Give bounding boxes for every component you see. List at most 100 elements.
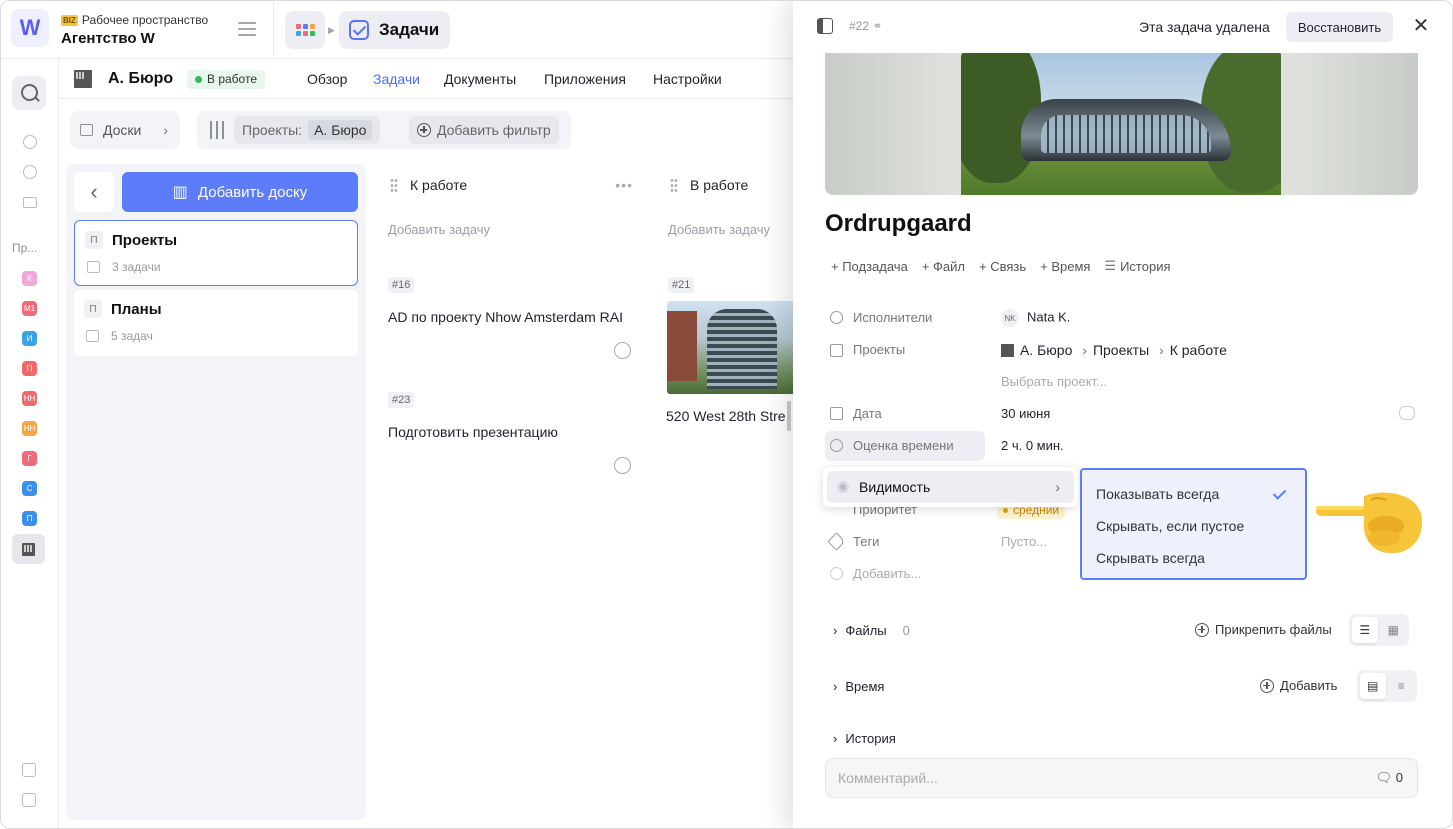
rail-project-active[interactable] bbox=[12, 534, 45, 564]
archive-icon[interactable] bbox=[22, 763, 36, 777]
apps-grid-button[interactable] bbox=[285, 11, 325, 49]
menu-icon[interactable] bbox=[238, 22, 256, 36]
board-card[interactable]: П Планы 5 задач bbox=[74, 290, 358, 356]
inbox-icon[interactable] bbox=[22, 793, 36, 807]
more-icon[interactable]: ••• bbox=[615, 177, 633, 193]
restore-button[interactable]: Восстановить bbox=[1286, 12, 1393, 42]
rail-project-chip[interactable]: П bbox=[22, 361, 37, 376]
task-card[interactable]: #21 520 West 28th Stre bbox=[656, 262, 796, 471]
task-card[interactable]: #16 AD по проекту Nhow Amsterdam RAI bbox=[376, 262, 643, 372]
scrollbar[interactable] bbox=[787, 401, 791, 431]
lane-title: К работе bbox=[410, 177, 468, 193]
boards-button[interactable]: Доски › bbox=[70, 111, 180, 149]
option-hide-always[interactable]: Скрывать всегда bbox=[1096, 550, 1205, 566]
rail-project-chip[interactable]: К bbox=[22, 271, 37, 286]
list-view-icon[interactable]: ≡ bbox=[1389, 673, 1415, 699]
add-subtask-button[interactable]: + Подзадача bbox=[831, 258, 908, 274]
task-card[interactable]: #23 Подготовить презентацию bbox=[376, 377, 643, 487]
lane-header[interactable]: К работе ••• bbox=[376, 164, 643, 206]
prop-assignees-label: Исполнители bbox=[853, 310, 933, 325]
rail-project-chip[interactable]: НН bbox=[22, 391, 37, 406]
history-button[interactable]: ☰ История bbox=[1104, 258, 1170, 274]
task-title: AD по проекту Nhow Amsterdam RAI bbox=[388, 309, 623, 325]
attach-files-button[interactable]: Прикрепить файлы bbox=[1195, 622, 1332, 637]
task-actions: + Подзадача + Файл + Связь + Время ☰ Исто… bbox=[831, 258, 1171, 274]
search-icon[interactable] bbox=[12, 76, 46, 110]
check-circle-icon[interactable] bbox=[23, 135, 37, 149]
rail-project-chip[interactable]: И bbox=[22, 331, 37, 346]
filter-chip-projects[interactable]: Проекты: А. Бюро bbox=[234, 116, 381, 144]
pointing-hand-icon bbox=[1316, 482, 1424, 556]
time-section-toggle[interactable]: › Время bbox=[833, 679, 884, 694]
add-property-button[interactable]: Добавить... bbox=[853, 566, 921, 581]
sidebar-toggle-icon[interactable] bbox=[817, 18, 833, 34]
task-cover[interactable] bbox=[825, 53, 1418, 195]
tab-documents[interactable]: Документы bbox=[444, 71, 516, 87]
project-title[interactable]: А. Бюро bbox=[108, 70, 173, 88]
add-file-button[interactable]: + Файл bbox=[922, 258, 965, 274]
choose-project-link[interactable]: Выбрать проект... bbox=[1001, 374, 1107, 389]
comment-icon: 🗨 bbox=[1375, 770, 1393, 785]
filter-sliders-icon[interactable] bbox=[208, 121, 224, 139]
option-hide-if-empty[interactable]: Скрывать, если пустое bbox=[1096, 518, 1244, 534]
drag-handle-icon[interactable] bbox=[390, 178, 398, 192]
date-value[interactable]: 30 июня bbox=[1001, 406, 1050, 421]
add-board-label: Добавить доску bbox=[197, 183, 308, 201]
add-board-button[interactable]: ▥ Добавить доску bbox=[122, 172, 358, 212]
prop-date-label: Дата bbox=[853, 406, 882, 421]
plus-circle-icon bbox=[417, 123, 431, 137]
check-circle-icon[interactable] bbox=[23, 165, 37, 179]
timeline-view-icon[interactable]: ▤ bbox=[1360, 673, 1386, 699]
project-path[interactable]: А. Бюро › Проекты › К работе bbox=[1001, 342, 1227, 358]
complete-circle-icon[interactable] bbox=[614, 457, 631, 474]
task-number: #16 bbox=[388, 277, 415, 293]
task-id[interactable]: #22 ⚭ bbox=[849, 19, 882, 33]
board-letter: П bbox=[85, 231, 103, 249]
tab-tasks[interactable]: Задачи bbox=[373, 71, 420, 87]
menu-item-visibility-label: Видимость bbox=[859, 479, 931, 495]
workspace-label-text: Рабочее пространство bbox=[81, 13, 209, 27]
building-icon bbox=[1001, 344, 1014, 357]
board-card[interactable]: П Проекты 3 задачи bbox=[74, 220, 358, 286]
add-time-entry-button[interactable]: Добавить bbox=[1260, 678, 1337, 693]
menu-item-visibility[interactable]: Видимость › bbox=[827, 471, 1074, 503]
folder-icon[interactable] bbox=[23, 197, 37, 208]
breadcrumb-tasks[interactable]: Задачи bbox=[339, 11, 450, 49]
rail-project-chip[interactable]: Г bbox=[22, 451, 37, 466]
tab-apps[interactable]: Приложения bbox=[544, 71, 626, 87]
estimate-value[interactable]: 2 ч. 0 мин. bbox=[1001, 438, 1064, 453]
repeat-icon[interactable] bbox=[1399, 406, 1415, 420]
add-task-input[interactable]: Добавить задачу bbox=[656, 211, 796, 251]
biz-badge: BIZ bbox=[61, 14, 78, 26]
comment-input[interactable]: Комментарий... 🗨 0 bbox=[825, 758, 1418, 798]
drag-handle-icon[interactable] bbox=[670, 178, 678, 192]
rail-project-chip[interactable]: M1 bbox=[22, 301, 37, 316]
workspace-name[interactable]: Агентство W bbox=[61, 30, 155, 47]
add-filter-button[interactable]: Добавить фильтр bbox=[409, 116, 559, 144]
grid-view-icon[interactable]: ▦ bbox=[1381, 617, 1407, 643]
assignee-value[interactable]: NK Nata K. bbox=[1001, 309, 1070, 327]
property-context-menu: Видимость › bbox=[823, 467, 1078, 507]
workspace-logo[interactable]: W bbox=[11, 9, 49, 47]
list-view-icon[interactable]: ☰ bbox=[1352, 617, 1378, 643]
close-icon[interactable]: ✕ bbox=[1411, 16, 1431, 36]
lane-title: В работе bbox=[690, 177, 749, 193]
add-task-input[interactable]: Добавить задачу bbox=[376, 211, 643, 251]
history-label: История bbox=[845, 731, 896, 746]
option-show-always[interactable]: Показывать всегда bbox=[1096, 486, 1219, 502]
lane-header[interactable]: В работе bbox=[656, 164, 796, 206]
rail-project-chip[interactable]: НН bbox=[22, 421, 37, 436]
tab-overview[interactable]: Обзор bbox=[307, 71, 347, 87]
tab-settings[interactable]: Настройки bbox=[653, 71, 722, 87]
history-section-toggle[interactable]: › История bbox=[833, 731, 896, 746]
add-link-button[interactable]: + Связь bbox=[979, 258, 1026, 274]
rail-project-chip[interactable]: С bbox=[22, 481, 37, 496]
add-time-button[interactable]: + Время bbox=[1040, 258, 1090, 274]
rail-project-chip[interactable]: П bbox=[22, 511, 37, 526]
complete-circle-icon[interactable] bbox=[614, 342, 631, 359]
tags-value[interactable]: Пусто... bbox=[1001, 534, 1047, 549]
chevron-left-icon[interactable]: ‹ bbox=[74, 172, 114, 212]
files-section-toggle[interactable]: › Файлы 0 bbox=[833, 623, 910, 638]
status-badge[interactable]: В работе bbox=[187, 70, 266, 89]
task-title-heading[interactable]: Ordrupgaard bbox=[825, 210, 972, 238]
